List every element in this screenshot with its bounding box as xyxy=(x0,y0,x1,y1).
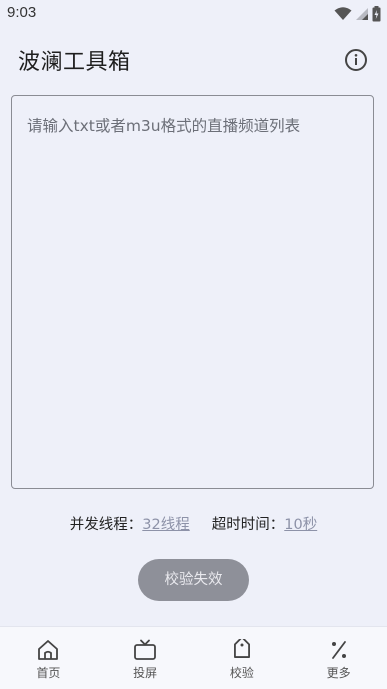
status-time: 9:03 xyxy=(7,4,37,21)
tag-icon xyxy=(233,639,250,658)
nav-label-check: 校验 xyxy=(229,666,254,680)
nav-item-cast[interactable]: 投屏 xyxy=(97,627,194,689)
threads-label: 并发线程： xyxy=(69,517,143,533)
status-bar: 9:03 xyxy=(0,0,387,28)
nav-item-home[interactable]: 首页 xyxy=(0,627,97,689)
info-icon xyxy=(345,49,367,71)
settings-row: 并发线程：32线程 超时时间：10秒 xyxy=(0,513,387,534)
percent-icon xyxy=(331,641,346,659)
timeout-link[interactable]: 10秒 xyxy=(284,517,317,533)
nav-label-home: 首页 xyxy=(36,666,61,680)
threads-link[interactable]: 32线程 xyxy=(142,517,189,533)
bottom-nav: 首页 投屏 校验 更多 xyxy=(0,626,387,689)
nav-label-more: 更多 xyxy=(326,666,351,680)
home-icon xyxy=(38,640,59,660)
battery-icon xyxy=(372,6,381,22)
nav-item-more[interactable]: 更多 xyxy=(290,627,387,689)
wifi-icon xyxy=(334,7,352,20)
tv-icon xyxy=(134,639,157,660)
timeout-label: 超时时间： xyxy=(211,517,285,533)
nav-item-check[interactable]: 校验 xyxy=(194,627,291,689)
info-button[interactable] xyxy=(344,48,368,72)
channel-list-input[interactable] xyxy=(11,95,374,489)
app-title: 波澜工具箱 xyxy=(18,50,131,75)
status-icons xyxy=(334,6,381,22)
nav-label-cast: 投屏 xyxy=(133,666,158,680)
signal-icon xyxy=(356,8,368,20)
check-invalid-button[interactable]: 校验失效 xyxy=(138,559,249,601)
